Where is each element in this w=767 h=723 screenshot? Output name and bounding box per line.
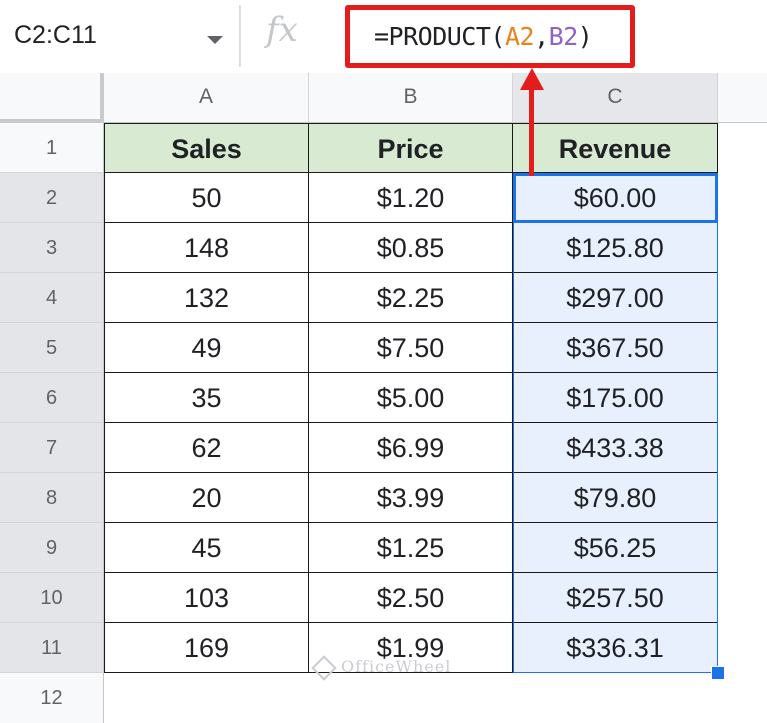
cell-b3[interactable]: $0.85 (309, 223, 513, 273)
cell-a6[interactable]: 35 (104, 373, 309, 423)
cell-a5[interactable]: 49 (104, 323, 309, 373)
column-header-d[interactable] (718, 73, 767, 123)
formula-input[interactable]: =PRODUCT(A2,B2) (345, 5, 635, 68)
fill-handle[interactable] (711, 666, 725, 680)
cell-c1[interactable]: Revenue (513, 123, 718, 173)
cell-a4[interactable]: 132 (104, 273, 309, 323)
formula-function: =PRODUCT( (374, 22, 505, 51)
cell-a1[interactable]: Sales (104, 123, 309, 173)
cell-a3[interactable]: 148 (104, 223, 309, 273)
dropdown-arrow-icon[interactable] (207, 36, 223, 44)
row-header-7[interactable]: 7 (0, 423, 104, 473)
column-header-a[interactable]: A (104, 73, 309, 123)
cell-a9[interactable]: 45 (104, 523, 309, 573)
cell-c11[interactable]: $336.31 (513, 623, 718, 673)
cell-b8[interactable]: $3.99 (309, 473, 513, 523)
cell-b7[interactable]: $6.99 (309, 423, 513, 473)
row-header-6[interactable]: 6 (0, 373, 104, 423)
cell-c7[interactable]: $433.38 (513, 423, 718, 473)
row-header-12[interactable]: 12 (0, 673, 104, 723)
cell-c10[interactable]: $257.50 (513, 573, 718, 623)
officewheel-logo-icon (311, 654, 337, 681)
row-header-4[interactable]: 4 (0, 273, 104, 323)
cell-c4[interactable]: $297.00 (513, 273, 718, 323)
cell-a8[interactable]: 20 (104, 473, 309, 523)
row-header-5[interactable]: 5 (0, 323, 104, 373)
row-header-3[interactable]: 3 (0, 223, 104, 273)
formula-bar: C2:C11 fx =PRODUCT(A2,B2) (0, 0, 767, 74)
cell-b9[interactable]: $1.25 (309, 523, 513, 573)
cell-a7[interactable]: 62 (104, 423, 309, 473)
cell-a2[interactable]: 50 (104, 173, 309, 223)
annotation-arrow-line (529, 84, 534, 176)
cell-a10[interactable]: 103 (104, 573, 309, 623)
cell-b6[interactable]: $5.00 (309, 373, 513, 423)
name-box[interactable]: C2:C11 (0, 5, 240, 67)
select-all-corner[interactable] (0, 73, 104, 123)
cell-b10[interactable]: $2.50 (309, 573, 513, 623)
name-box-value: C2:C11 (14, 21, 97, 49)
column-header-b[interactable]: B (309, 73, 513, 123)
cell-c2[interactable]: $60.00 (513, 173, 718, 223)
row-header-10[interactable]: 10 (0, 573, 104, 623)
divider (240, 5, 241, 67)
cell-c8[interactable]: $79.80 (513, 473, 718, 523)
cell-c6[interactable]: $175.00 (513, 373, 718, 423)
cell-b1[interactable]: Price (309, 123, 513, 173)
row-header-1[interactable]: 1 (0, 123, 104, 173)
cell-c9[interactable]: $56.25 (513, 523, 718, 573)
cell-b5[interactable]: $7.50 (309, 323, 513, 373)
empty-row-12[interactable] (104, 673, 767, 710)
row-header-11[interactable]: 11 (0, 623, 104, 673)
formula-close: ) (577, 22, 593, 51)
formula-ref-b2: B2 (548, 22, 579, 51)
cell-b4[interactable]: $2.25 (309, 273, 513, 323)
fx-icon: fx (266, 10, 298, 50)
annotation-arrow-head-icon (520, 68, 544, 90)
watermark-text: OfficeWheel (341, 657, 452, 676)
row-header-9[interactable]: 9 (0, 523, 104, 573)
row-header-8[interactable]: 8 (0, 473, 104, 523)
formula-text: =PRODUCT(A2,B2) (374, 22, 593, 51)
cell-c5[interactable]: $367.50 (513, 323, 718, 373)
cell-a11[interactable]: 169 (104, 623, 309, 673)
watermark: OfficeWheel (311, 654, 452, 681)
formula-separator: , (534, 22, 549, 51)
formula-ref-a2: A2 (504, 22, 535, 51)
cell-c3[interactable]: $125.80 (513, 223, 718, 273)
cell-b2[interactable]: $1.20 (309, 173, 513, 223)
row-header-2[interactable]: 2 (0, 173, 104, 223)
